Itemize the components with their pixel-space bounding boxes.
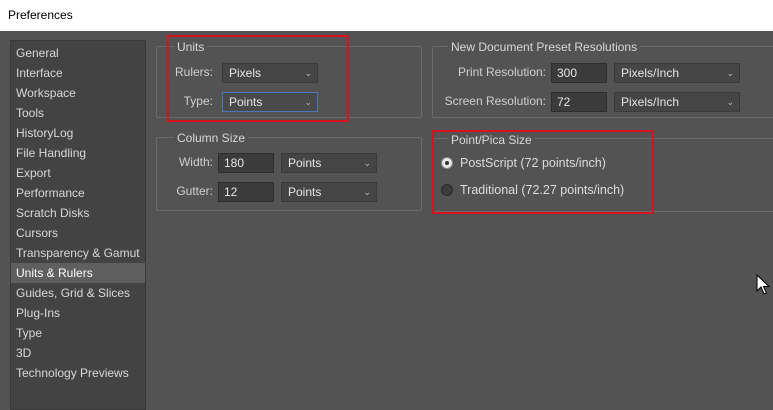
sidebar-item-3d[interactable]: 3D xyxy=(11,343,145,363)
chevron-down-icon: ⌄ xyxy=(726,97,734,107)
sidebar-item-scratch-disks[interactable]: Scratch Disks xyxy=(11,203,145,223)
gutter-unit-value: Points xyxy=(288,185,322,199)
sidebar-item-interface[interactable]: Interface xyxy=(11,63,145,83)
chevron-down-icon: ⌄ xyxy=(304,68,312,78)
sidebar-item-plug-ins[interactable]: Plug-Ins xyxy=(11,303,145,323)
gutter-unit-select[interactable]: Points ⌄ xyxy=(281,182,377,202)
screen-resolution-unit-value: Pixels/Inch xyxy=(621,95,680,109)
type-select[interactable]: Points ⌄ xyxy=(222,92,318,112)
postscript-label[interactable]: PostScript (72 points/inch) xyxy=(460,155,606,171)
type-select-value: Points xyxy=(229,95,263,109)
screen-resolution-unit-select[interactable]: Pixels/Inch ⌄ xyxy=(614,92,740,112)
type-label: Type: xyxy=(183,94,213,108)
screen-resolution-label: Screen Resolution: xyxy=(444,94,546,108)
traditional-radio[interactable] xyxy=(441,184,453,196)
mouse-pointer-icon xyxy=(756,274,770,295)
traditional-label[interactable]: Traditional (72.27 points/inch) xyxy=(460,182,624,198)
sidebar-item-export[interactable]: Export xyxy=(11,163,145,183)
sidebar-item-type[interactable]: Type xyxy=(11,323,145,343)
print-resolution-unit-value: Pixels/Inch xyxy=(621,66,680,80)
print-resolution-unit-select[interactable]: Pixels/Inch ⌄ xyxy=(614,63,740,83)
preferences-sidebar: General Interface Workspace Tools Histor… xyxy=(10,40,146,410)
sidebar-item-transparency-gamut[interactable]: Transparency & Gamut xyxy=(11,243,145,263)
sidebar-item-workspace[interactable]: Workspace xyxy=(11,83,145,103)
rulers-label: Rulers: xyxy=(174,65,213,79)
width-unit-value: Points xyxy=(288,156,322,170)
sidebar-item-general[interactable]: General xyxy=(11,43,145,63)
preset-resolutions-title: New Document Preset Resolutions xyxy=(448,40,641,54)
screen-resolution-field[interactable]: 72 xyxy=(551,92,607,112)
postscript-radio[interactable] xyxy=(441,157,453,169)
sidebar-item-technology-previews[interactable]: Technology Previews xyxy=(11,363,145,383)
sidebar-item-performance[interactable]: Performance xyxy=(11,183,145,203)
rulers-select[interactable]: Pixels ⌄ xyxy=(222,63,318,83)
units-group-title: Units xyxy=(174,40,208,54)
column-size-group-title: Column Size xyxy=(174,131,249,145)
window-title: Preferences xyxy=(0,0,773,31)
sidebar-item-cursors[interactable]: Cursors xyxy=(11,223,145,243)
chevron-down-icon: ⌄ xyxy=(363,158,371,168)
sidebar-item-file-handling[interactable]: File Handling xyxy=(11,143,145,163)
print-resolution-label: Print Resolution: xyxy=(457,65,546,79)
sidebar-item-tools[interactable]: Tools xyxy=(11,103,145,123)
sidebar-item-units-rulers[interactable]: Units & Rulers xyxy=(11,263,145,283)
width-unit-select[interactable]: Points ⌄ xyxy=(281,153,377,173)
width-label: Width: xyxy=(178,155,213,169)
point-pica-title: Point/Pica Size xyxy=(448,133,535,147)
chevron-down-icon: ⌄ xyxy=(363,187,371,197)
print-resolution-field[interactable]: 300 xyxy=(551,63,607,83)
sidebar-item-guides-grid-slices[interactable]: Guides, Grid & Slices xyxy=(11,283,145,303)
gutter-label: Gutter: xyxy=(176,184,213,198)
gutter-field[interactable]: 12 xyxy=(218,182,274,202)
chevron-down-icon: ⌄ xyxy=(304,97,312,107)
width-field[interactable]: 180 xyxy=(218,153,274,173)
rulers-select-value: Pixels xyxy=(229,66,262,80)
point-pica-group xyxy=(432,138,773,212)
chevron-down-icon: ⌄ xyxy=(726,68,734,78)
sidebar-item-history-log[interactable]: HistoryLog xyxy=(11,123,145,143)
